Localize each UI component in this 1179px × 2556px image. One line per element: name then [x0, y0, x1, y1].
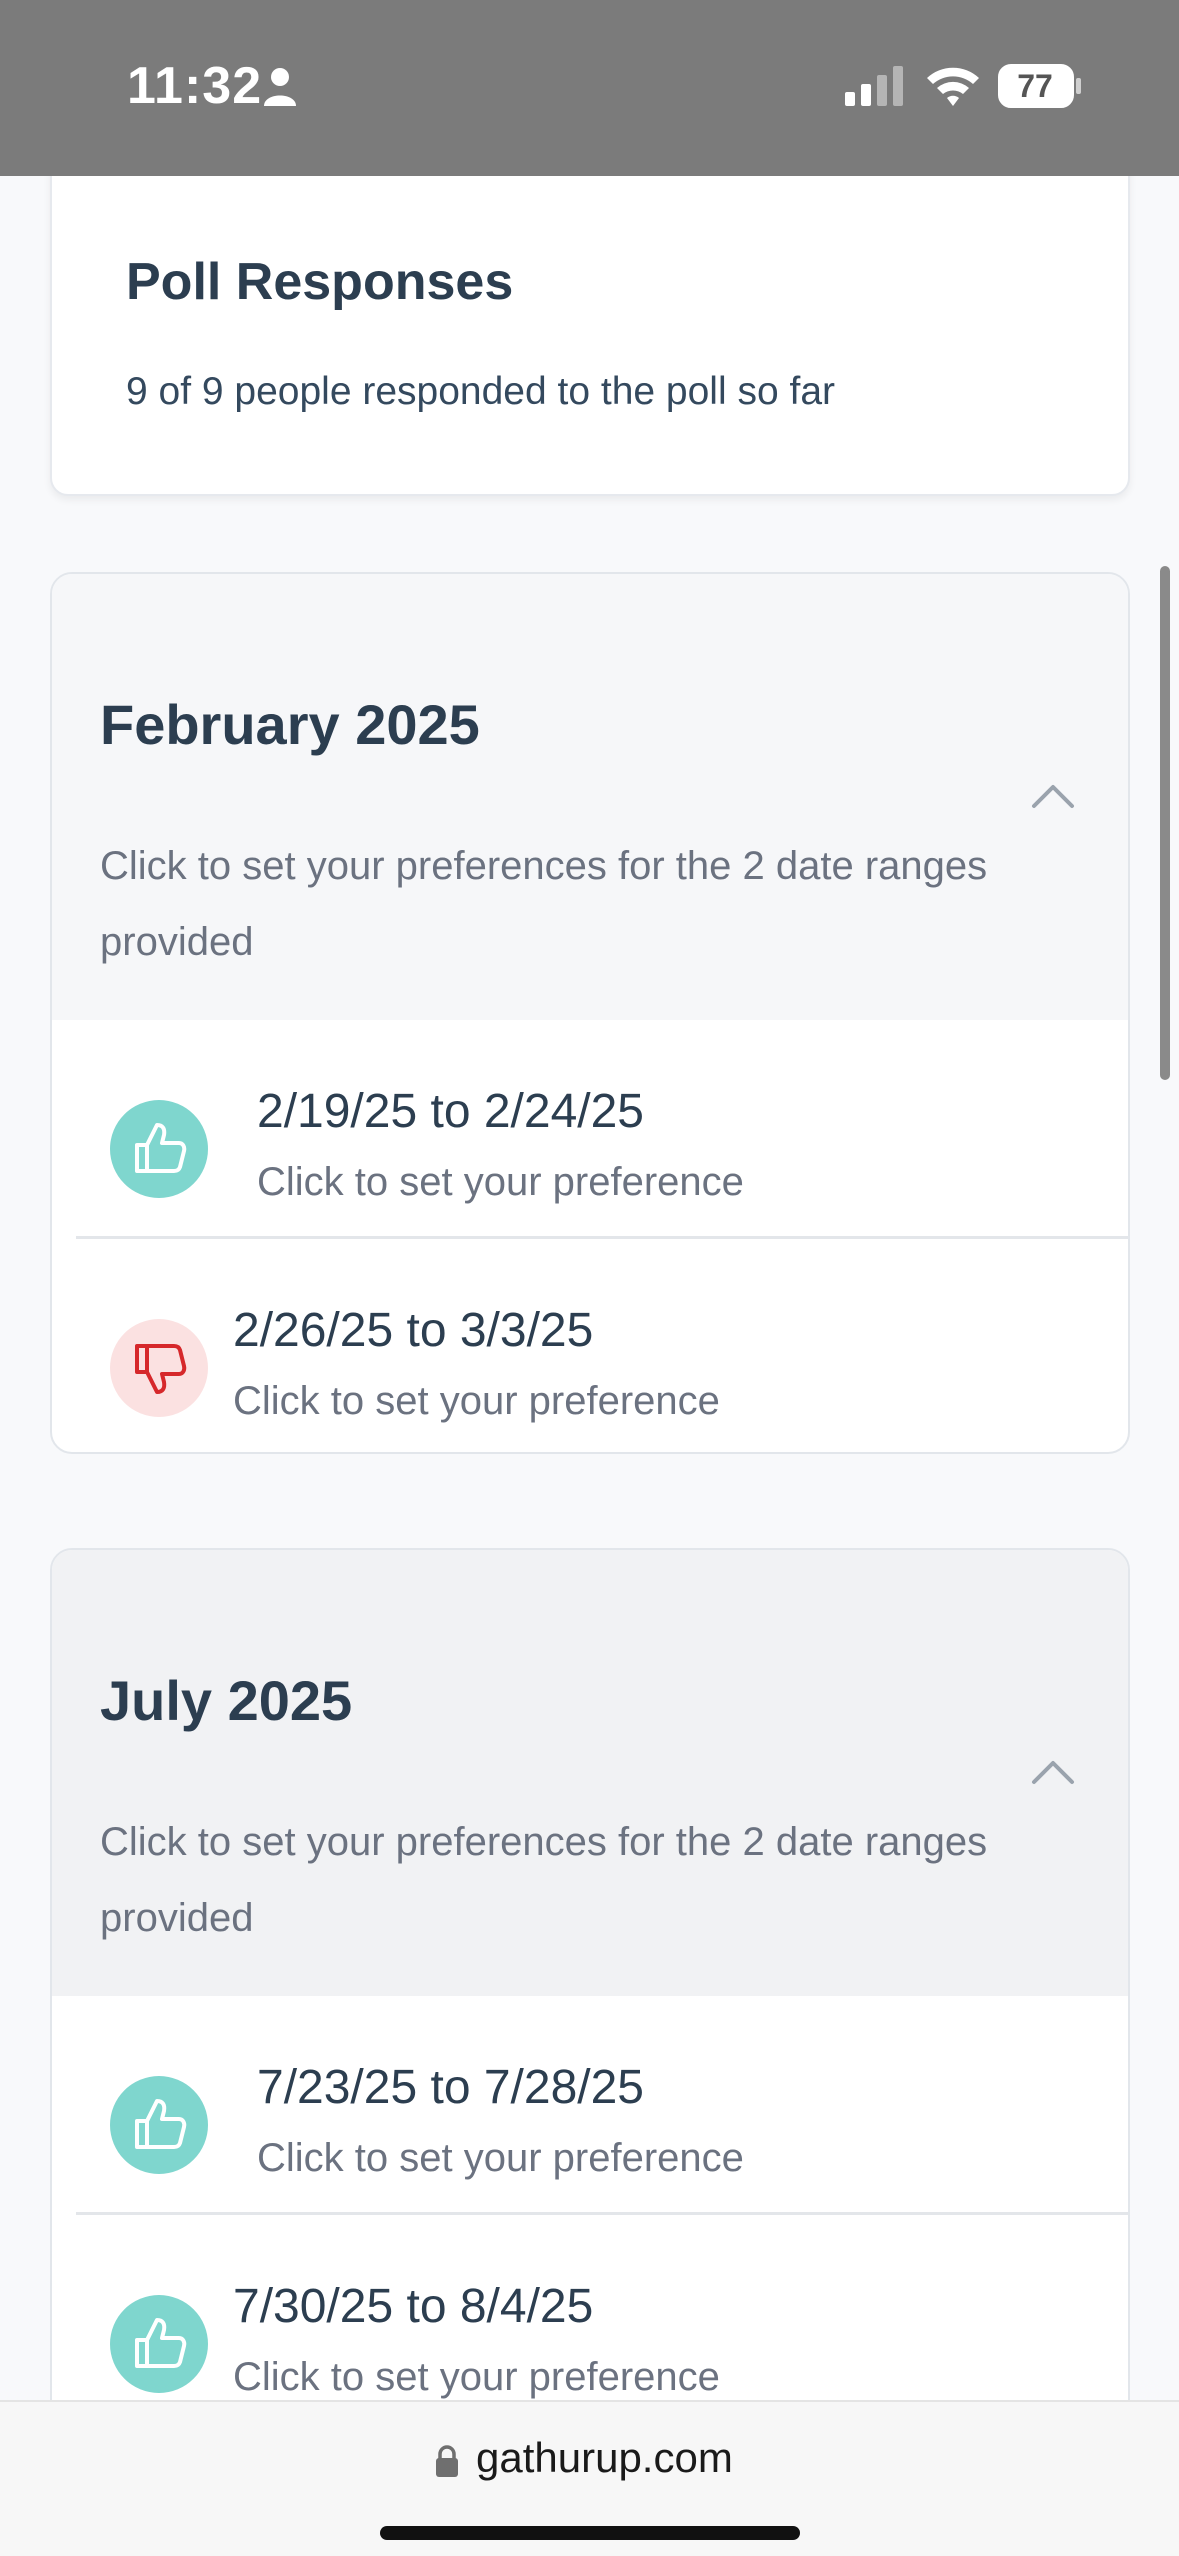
thumbs-up-button[interactable] [110, 2076, 208, 2174]
month-card-july: July 2025 Click to set your preferences … [50, 1548, 1130, 2430]
month-header-july[interactable]: July 2025 Click to set your preferences … [52, 1550, 1128, 1996]
person-icon [264, 68, 296, 106]
page: 11:32 77 Poll Responses 9 of 9 people re… [0, 0, 1179, 2556]
date-range-label: 7/23/25 to 7/28/25 [257, 2061, 644, 2114]
thumbs-up-icon [135, 2318, 187, 2368]
thumbs-up-button[interactable] [110, 2295, 208, 2393]
thumbs-down-icon [135, 1344, 187, 1394]
poll-summary-card: Poll Responses 9 of 9 people responded t… [50, 150, 1130, 496]
scrollbar[interactable] [1160, 566, 1170, 1080]
month-header-february[interactable]: February 2025 Click to set your preferen… [52, 574, 1128, 1020]
thumbs-up-button[interactable] [110, 1100, 208, 1198]
poll-responses-count: 9 of 9 people responded to the poll so f… [126, 370, 836, 413]
thumbs-down-button[interactable] [110, 1319, 208, 1417]
date-range-hint: Click to set your preference [233, 2355, 720, 2399]
poll-responses-title: Poll Responses [126, 253, 514, 311]
date-range-row[interactable]: 7/23/25 to 7/28/25 Click to set your pre… [52, 1996, 1128, 2212]
date-range-row[interactable]: 7/30/25 to 8/4/25 Click to set your pref… [76, 2212, 1128, 2428]
thumbs-up-icon [135, 2099, 187, 2149]
home-indicator[interactable] [380, 2526, 800, 2540]
thumbs-up-icon [135, 1123, 187, 1173]
month-title: July 2025 [100, 1669, 353, 1732]
chevron-up-icon[interactable] [1030, 1756, 1076, 1786]
date-range-hint: Click to set your preference [233, 1379, 720, 1423]
date-range-hint: Click to set your preference [257, 1160, 744, 1204]
chevron-up-icon[interactable] [1030, 780, 1076, 810]
date-range-row[interactable]: 2/19/25 to 2/24/25 Click to set your pre… [52, 1020, 1128, 1236]
month-description: Click to set your preferences for the 2 … [100, 844, 988, 964]
month-description: Click to set your preferences for the 2 … [100, 1820, 988, 1940]
battery-level: 77 [1017, 68, 1053, 104]
url-text: gathurup.com [476, 2434, 733, 2481]
month-title: February 2025 [100, 693, 480, 756]
date-range-label: 2/26/25 to 3/3/25 [233, 1304, 594, 1357]
status-time: 11:32 [127, 57, 263, 115]
month-card-february: February 2025 Click to set your preferen… [50, 572, 1130, 1454]
date-range-row[interactable]: 2/26/25 to 3/3/25 Click to set your pref… [76, 1236, 1128, 1452]
signal-icon [845, 66, 903, 106]
status-bar: 11:32 77 [0, 0, 1179, 176]
date-range-label: 2/19/25 to 2/24/25 [257, 1085, 644, 1138]
date-range-label: 7/30/25 to 8/4/25 [233, 2280, 594, 2333]
lock-icon [436, 2445, 458, 2477]
wifi-icon [927, 67, 979, 106]
date-range-hint: Click to set your preference [257, 2136, 744, 2180]
browser-url-bar[interactable]: gathurup.com [0, 2400, 1179, 2556]
